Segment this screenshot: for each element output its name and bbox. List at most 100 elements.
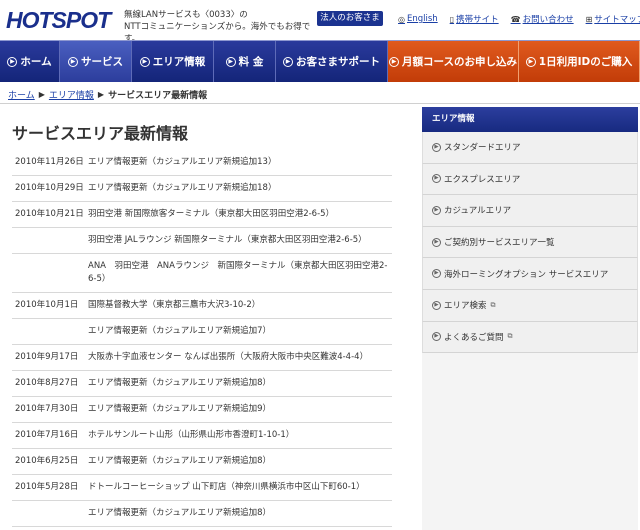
- nav-support-label: お客さまサポート: [296, 56, 380, 68]
- sidebar-item-label: よくあるご質問: [444, 332, 504, 343]
- news-row: 2010年7月16日 ホテルサンルート山形（山形県山形市香澄町1-10-1）: [12, 423, 392, 449]
- news-date: [12, 260, 88, 286]
- phone-icon: ☎: [510, 14, 521, 24]
- news-date: [12, 325, 88, 338]
- nav-monthly-course-label: 月額コースのお申し込み: [402, 56, 517, 68]
- arrow-right-icon: ▶: [525, 56, 536, 67]
- news-text: エリア情報更新（カジュアルエリア新規追加18）: [88, 183, 277, 193]
- arrow-right-icon: ▶: [139, 56, 150, 67]
- news-date: 2010年9月17日: [15, 352, 79, 362]
- news-text: ホテルサンルート山形（山形県山形市香澄町1-10-1）: [88, 430, 295, 440]
- sidebar-item-area-search[interactable]: ▶ エリア検索 ⧉: [422, 289, 638, 322]
- nav-daily-id-label: 1日利用IDのご購入: [538, 56, 633, 68]
- english-link[interactable]: ◎ English: [398, 13, 438, 25]
- arrow-right-icon: ▶: [432, 332, 441, 342]
- sidebar-item-casual-area[interactable]: ▶ カジュアルエリア: [422, 195, 638, 227]
- page-title: サービスエリア最新情報: [12, 124, 189, 143]
- breadcrumb-arrow-icon: ▶: [38, 90, 45, 99]
- news-text: エリア情報更新（カジュアルエリア新規追加13）: [88, 157, 277, 167]
- nav-service[interactable]: ▶ サービス: [60, 41, 132, 82]
- arrow-right-icon: ▶: [432, 174, 441, 184]
- breadcrumb-home[interactable]: ホーム: [8, 88, 35, 101]
- sidebar-item-label: スタンダードエリア: [444, 143, 521, 154]
- news-text: エリア情報更新（カジュアルエリア新規追加8）: [88, 378, 272, 388]
- news-row: 2010年10月1日 国際基督教大学（東京都三鷹市大沢3-10-2）: [12, 293, 392, 319]
- sidebar-item-label: ご契約別サービスエリア一覧: [444, 238, 555, 249]
- breadcrumb: ホーム ▶ エリア情報 ▶ サービスエリア最新情報: [8, 88, 207, 101]
- sidebar-item-contract-areas[interactable]: ▶ ご契約別サービスエリア一覧: [422, 226, 638, 259]
- hotspot-logo[interactable]: HOTSPOT: [6, 6, 111, 34]
- contact-link[interactable]: ☎ お問い合わせ: [510, 13, 574, 26]
- nav-monthly-course[interactable]: ▶ 月額コースのお申し込み: [388, 41, 519, 82]
- mobile-site-link[interactable]: ▯ 携帯サイト: [449, 13, 499, 26]
- sidebar-item-label: カジュアルエリア: [444, 206, 512, 217]
- breadcrumb-arrow-icon: ▶: [97, 90, 105, 99]
- news-text: ドトールコーヒーショップ 山下町店（神奈川県横浜市中区山下町60-1）: [88, 482, 365, 492]
- nav-support[interactable]: ▶ お客さまサポート: [276, 41, 388, 82]
- news-text: エリア情報更新（カジュアルエリア新規追加8）: [88, 456, 272, 466]
- news-date: 2010年11月26日: [15, 157, 84, 167]
- arrow-right-icon: ▶: [7, 56, 18, 67]
- arrow-right-icon: ▶: [389, 56, 399, 67]
- breadcrumb-divider: [0, 103, 640, 104]
- news-row: ANA 羽田空港 ANAラウンジ 新国際ターミナル（東京都大田区羽田空港2-6-…: [12, 254, 392, 293]
- news-text: 羽田空港 新国際旅客ターミナル（東京都大田区羽田空港2-6-5）: [88, 209, 335, 219]
- nav-pricing[interactable]: ▶ 料 金: [214, 41, 276, 82]
- sitemap-link[interactable]: ⊞サイトマップ: [585, 13, 640, 26]
- news-date: 2010年8月27日: [15, 378, 79, 388]
- news-date: 2010年7月16日: [15, 430, 79, 440]
- sidebar-item-express-area[interactable]: ▶ エクスプレスエリア: [422, 163, 638, 196]
- news-date: 2010年7月30日: [15, 404, 79, 414]
- news-row: 2010年7月30日 エリア情報更新（カジュアルエリア新規追加9）: [12, 397, 392, 423]
- nav-pricing-label: 料 金: [238, 56, 264, 68]
- arrow-right-icon: ▶: [432, 269, 441, 279]
- news-row: 羽田空港 JALラウンジ 新国際ターミナル（東京都大田区羽田空港2-6-5）: [12, 228, 392, 254]
- sidebar-item-faq[interactable]: ▶ よくあるご質問 ⧉: [422, 321, 638, 354]
- arrow-right-icon: ▶: [68, 56, 78, 67]
- news-row: 2010年9月17日 大阪赤十字血液センター なんば出張所（大阪府大阪市中央区難波…: [12, 345, 392, 371]
- arrow-right-icon: ▶: [432, 300, 441, 310]
- news-text: エリア情報更新（カジュアルエリア新規追加9）: [88, 404, 272, 414]
- nav-home[interactable]: ▶ ホーム: [0, 41, 60, 82]
- news-date: 2010年10月29日: [15, 183, 84, 193]
- nav-daily-id[interactable]: ▶ 1日利用IDのご購入: [519, 41, 640, 82]
- main-nav: ▶ ホーム ▶ サービス ▶ エリア情報 ▶ 料 金 ▶ お客さまサポート ▶ 月額コースの…: [0, 40, 640, 82]
- nav-area-info-label: エリア情報: [152, 56, 206, 68]
- news-text: 国際基督教大学（東京都三鷹市大沢3-10-2）: [88, 300, 261, 310]
- sidebar-item-roaming-area[interactable]: ▶ 海外ローミングオプション サービスエリア: [422, 258, 638, 290]
- globe-icon: ◎: [398, 14, 405, 24]
- news-list: 2010年11月26日 エリア情報更新（カジュアルエリア新規追加13） 2010年…: [12, 150, 392, 527]
- nav-area-info[interactable]: ▶ エリア情報: [132, 41, 214, 82]
- corporate-customers-button[interactable]: 法人のお客さま: [317, 11, 383, 26]
- news-row: エリア情報更新（カジュアルエリア新規追加8）: [12, 501, 392, 527]
- news-date: [12, 234, 88, 247]
- news-text: 大阪赤十字血液センター なんば出張所（大阪府大阪市中央区難波4-4-4）: [88, 352, 369, 362]
- arrow-right-icon: ▶: [283, 56, 293, 67]
- news-row: 2010年10月29日 エリア情報更新（カジュアルエリア新規追加18）: [12, 176, 392, 202]
- contact-label: お問い合わせ: [522, 15, 574, 25]
- mobile-icon: ▯: [449, 14, 455, 24]
- news-row: 2010年6月25日 エリア情報更新（カジュアルエリア新規追加8）: [12, 449, 392, 475]
- sidebar-area-info: エリア情報 ▶ スタンダードエリア ▶ エクスプレスエリア ▶ カジュアルエリア ▶ ご…: [422, 107, 638, 530]
- top-links: ◎English ▯携帯サイト ☎お問い合わせ ⊞サイトマップ: [398, 13, 640, 25]
- news-row: 2010年8月27日 エリア情報更新（カジュアルエリア新規追加8）: [12, 371, 392, 397]
- tagline-line-1: 無線LANサービスも〈0033〉の: [124, 10, 248, 20]
- news-row: 2010年10月21日 羽田空港 新国際旅客ターミナル（東京都大田区羽田空港2-6…: [12, 202, 392, 228]
- external-window-icon: ⧉: [507, 332, 513, 341]
- sidebar-item-label: エリア検索: [444, 301, 487, 312]
- sidebar-item-standard-area[interactable]: ▶ スタンダードエリア: [422, 132, 638, 164]
- sitemap-icon: ⊞: [585, 14, 593, 24]
- arrow-right-icon: ▶: [225, 56, 236, 67]
- site-header: HOTSPOT 無線LANサービスも〈0033〉の NTTコミュニケーションズか…: [0, 0, 640, 44]
- news-date: 2010年10月21日: [15, 209, 84, 219]
- news-row: 2010年11月26日 エリア情報更新（カジュアルエリア新規追加13）: [12, 150, 392, 176]
- arrow-right-icon: ▶: [432, 142, 441, 152]
- news-row: 2010年5月28日 ドトールコーヒーショップ 山下町店（神奈川県横浜市中区山下町…: [12, 475, 392, 501]
- news-text: エリア情報更新（カジュアルエリア新規追加7）: [88, 326, 272, 336]
- arrow-right-icon: ▶: [432, 205, 441, 215]
- breadcrumb-area[interactable]: エリア情報: [49, 88, 94, 101]
- news-date: 2010年6月25日: [15, 456, 79, 466]
- news-date: 2010年5月28日: [15, 482, 79, 492]
- arrow-right-icon: ▶: [432, 237, 441, 247]
- sidebar-item-label: エクスプレスエリア: [444, 174, 521, 185]
